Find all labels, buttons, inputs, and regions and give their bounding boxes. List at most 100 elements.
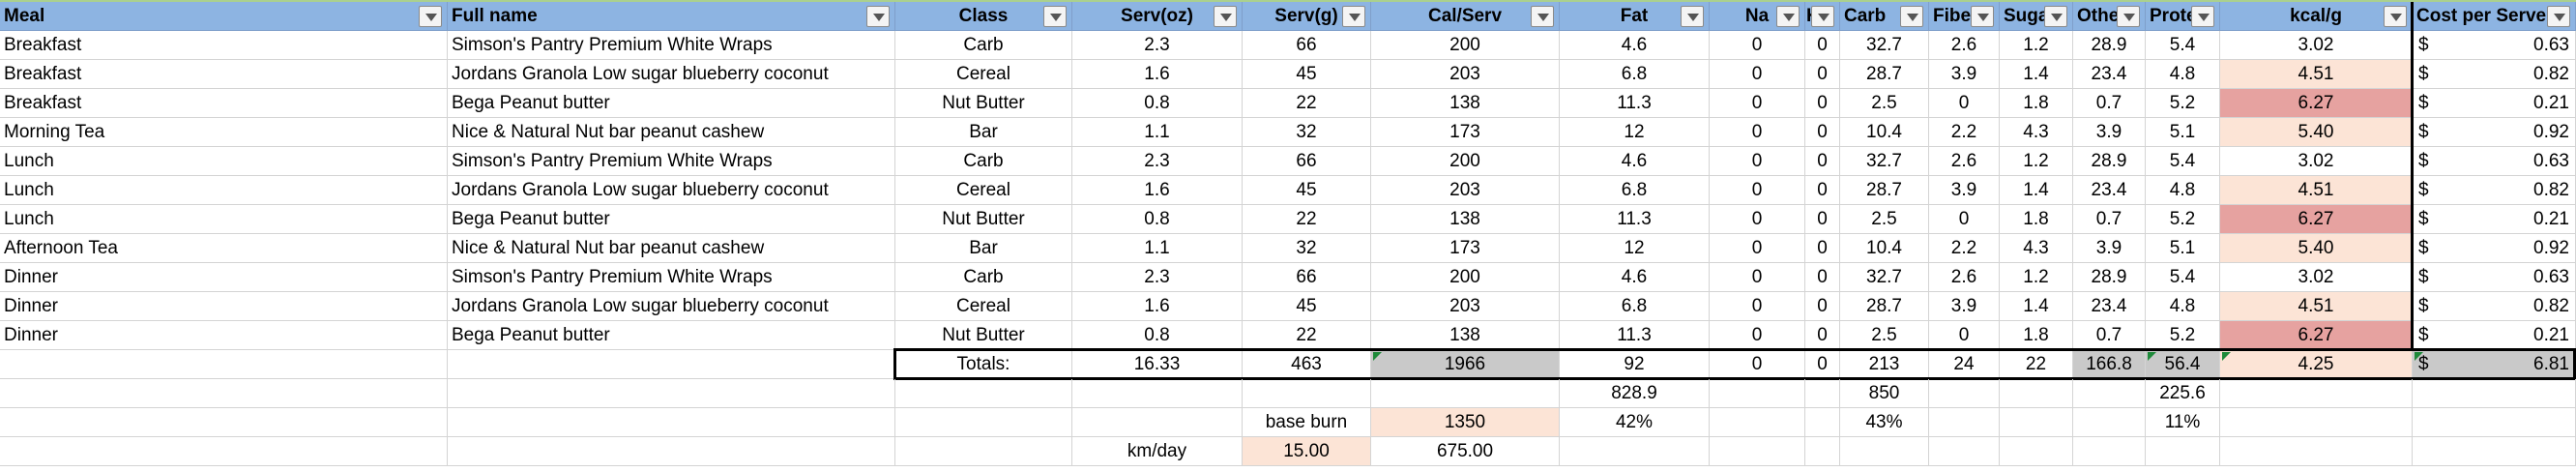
empty-cell[interactable] [2146,437,2220,466]
cell-cal-serv[interactable]: 203 [1371,292,1560,321]
empty-cell[interactable] [0,408,448,437]
header-class[interactable]: Class [895,2,1072,31]
empty-cell[interactable] [448,350,895,379]
cell-na[interactable]: 0 [1710,147,1805,176]
cell-serv-g[interactable]: 45 [1243,176,1371,205]
cell-othe[interactable]: 23.4 [2073,176,2146,205]
cell-na[interactable]: 0 [1710,234,1805,263]
cell-class[interactable]: Carb [895,263,1072,292]
cell-serv-g[interactable]: 22 [1243,205,1371,234]
cell-kcal-g[interactable]: 4.51 [2220,176,2413,205]
cell-cal-serv[interactable]: 200 [1371,263,1560,292]
cell-cost-per-serve[interactable]: $0.21 [2413,205,2576,234]
cell-class[interactable]: Bar [895,118,1072,147]
cell-k[interactable]: 0 [1805,176,1840,205]
cell-cost-per-serve[interactable]: $0.63 [2413,147,2576,176]
filter-dropdown-icon[interactable] [866,6,890,27]
cell-na[interactable]: 0 [1710,321,1805,350]
cell-full-name[interactable]: Simson's Pantry Premium White Wraps [448,147,895,176]
cell-serv-g[interactable]: 32 [1243,234,1371,263]
totals-fat[interactable]: 92 [1560,350,1710,379]
empty-cell[interactable] [1710,408,1805,437]
totals-prote[interactable]: 56.4 [2146,350,2220,379]
cell-na[interactable]: 0 [1710,60,1805,89]
cell-suga[interactable]: 4.3 [2000,118,2073,147]
cell-prote[interactable]: 5.2 [2146,321,2220,350]
empty-cell[interactable] [1072,379,1243,408]
cell-serv-oz[interactable]: 0.8 [1072,205,1243,234]
cell-na[interactable]: 0 [1710,89,1805,118]
cell-class[interactable]: Bar [895,234,1072,263]
cell-full-name[interactable]: Jordans Granola Low sugar blueberry coco… [448,60,895,89]
totals-cost[interactable]: $6.81 [2413,350,2576,379]
cell-serv-oz[interactable]: 2.3 [1072,263,1243,292]
cell-serv-g[interactable]: 45 [1243,60,1371,89]
cell-na[interactable]: 0 [1710,176,1805,205]
cell-fat[interactable]: 6.8 [1560,176,1710,205]
cell-class[interactable]: Nut Butter [895,89,1072,118]
empty-cell[interactable] [0,437,448,466]
filter-dropdown-icon[interactable] [2117,6,2140,27]
cell-carb[interactable]: 32.7 [1840,147,1929,176]
empty-cell[interactable] [0,379,448,408]
cell-suga[interactable]: 1.4 [2000,292,2073,321]
header-carb[interactable]: Carb [1840,2,1929,31]
cell-fibe[interactable]: 0 [1929,89,2000,118]
empty-cell[interactable] [448,408,895,437]
cell-carb[interactable]: 2.5 [1840,321,1929,350]
header-k[interactable]: K [1805,2,1840,31]
cell-meal[interactable]: Afternoon Tea [0,234,448,263]
cell-othe[interactable]: 28.9 [2073,147,2146,176]
filter-dropdown-icon[interactable] [1681,6,1704,27]
filter-dropdown-icon[interactable] [1531,6,1554,27]
cell-prote[interactable]: 5.4 [2146,31,2220,60]
prote-pct[interactable]: 11% [2146,408,2220,437]
cell-fibe[interactable]: 2.6 [1929,147,2000,176]
totals-suga[interactable]: 22 [2000,350,2073,379]
cell-na[interactable]: 0 [1710,263,1805,292]
cell-fat[interactable]: 12 [1560,234,1710,263]
cell-suga[interactable]: 1.2 [2000,263,2073,292]
cell-prote[interactable]: 5.4 [2146,263,2220,292]
empty-cell[interactable] [2000,379,2073,408]
cell-full-name[interactable]: Nice & Natural Nut bar peanut cashew [448,118,895,147]
empty-cell[interactable] [1560,437,1710,466]
cell-cal-serv[interactable]: 138 [1371,89,1560,118]
cell-full-name[interactable]: Bega Peanut butter [448,205,895,234]
cell-meal[interactable]: Dinner [0,292,448,321]
empty-cell[interactable] [2000,437,2073,466]
cell-cost-per-serve[interactable]: $0.92 [2413,118,2576,147]
cell-full-name[interactable]: Bega Peanut butter [448,89,895,118]
filter-dropdown-icon[interactable] [2384,6,2407,27]
cell-prote[interactable]: 4.8 [2146,60,2220,89]
cell-cost-per-serve[interactable]: $0.82 [2413,60,2576,89]
cell-full-name[interactable]: Nice & Natural Nut bar peanut cashew [448,234,895,263]
empty-cell[interactable] [2073,437,2146,466]
cell-class[interactable]: Cereal [895,292,1072,321]
cell-fat[interactable]: 6.8 [1560,292,1710,321]
cell-fat[interactable]: 11.3 [1560,205,1710,234]
filter-dropdown-icon[interactable] [1811,6,1834,27]
empty-cell[interactable] [1929,437,2000,466]
cell-class[interactable]: Carb [895,31,1072,60]
cell-meal[interactable]: Dinner [0,321,448,350]
cell-fibe[interactable]: 3.9 [1929,176,2000,205]
header-cost-per-serve[interactable]: Cost per Serve [2413,2,2576,31]
cell-serv-oz[interactable]: 1.6 [1072,292,1243,321]
cell-cal-serv[interactable]: 203 [1371,60,1560,89]
calc-fat[interactable]: 828.9 [1560,379,1710,408]
totals-carb[interactable]: 213 [1840,350,1929,379]
cell-meal[interactable]: Breakfast [0,31,448,60]
empty-cell[interactable] [2413,437,2576,466]
cell-suga[interactable]: 4.3 [2000,234,2073,263]
cell-kcal-g[interactable]: 6.27 [2220,205,2413,234]
cell-meal[interactable]: Lunch [0,176,448,205]
cell-serv-g[interactable]: 22 [1243,321,1371,350]
cell-suga[interactable]: 1.2 [2000,31,2073,60]
cell-k[interactable]: 0 [1805,118,1840,147]
empty-cell[interactable] [1710,437,1805,466]
cell-meal[interactable]: Breakfast [0,89,448,118]
totals-label[interactable]: Totals: [895,350,1072,379]
empty-cell[interactable] [1243,379,1371,408]
cell-k[interactable]: 0 [1805,263,1840,292]
